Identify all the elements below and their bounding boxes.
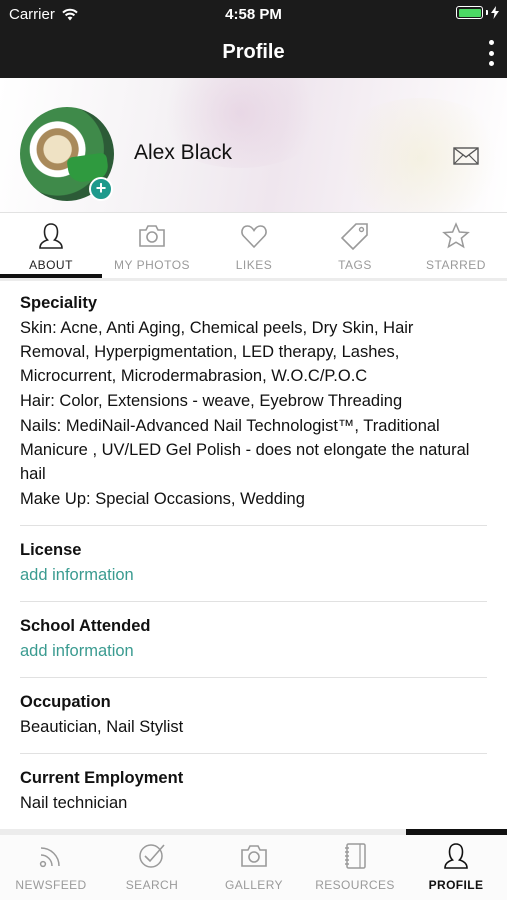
nav-search[interactable]: SEARCH (101, 835, 203, 900)
check-search-icon (139, 844, 165, 868)
tag-icon (340, 223, 368, 251)
speciality-makeup: Make Up: Special Occasions, Wedding (20, 490, 305, 508)
nav-label: PROFILE (428, 878, 484, 892)
charging-icon (491, 6, 499, 19)
license-section: License add information (20, 526, 487, 602)
section-title: License (20, 541, 82, 559)
navigation-bar: Profile (0, 28, 507, 78)
add-school-link[interactable]: add information (20, 639, 487, 663)
tab-label: MY PHOTOS (113, 258, 191, 272)
bottom-navigation: NEWSFEED SEARCH GALLERY RESOURCES PROFIL… (0, 835, 507, 900)
tab-likes[interactable]: LIKES (203, 213, 305, 279)
section-title: Current Employment (20, 769, 184, 787)
person-icon (444, 843, 468, 869)
status-time: 4:58 PM (225, 6, 282, 23)
speciality-hair: Hair: Color, Extensions - weave, Eyebrow… (20, 392, 403, 410)
employment-section: Current Employment Nail technician (20, 754, 487, 829)
nav-label: RESOURCES (315, 878, 395, 892)
profile-tabs: ABOUT MY PHOTOS LIKES TAGS STARRED (0, 212, 507, 278)
speciality-nails: Nails: MediNail-Advanced Nail Technologi… (20, 417, 470, 483)
profile-header: + Alex Black (0, 78, 507, 212)
tab-label: LIKES (235, 258, 273, 272)
envelope-icon[interactable] (453, 146, 479, 166)
occupation-value: Beautician, Nail Stylist (20, 718, 184, 736)
top-bar: Carrier 4:58 PM Profile (0, 0, 507, 78)
section-title: Speciality (20, 294, 98, 312)
person-icon (39, 223, 63, 249)
battery-icon (456, 6, 483, 19)
nav-label: NEWSFEED (15, 878, 87, 892)
tab-label: ABOUT (29, 258, 73, 272)
tab-about[interactable]: ABOUT (0, 213, 102, 279)
add-photo-button[interactable]: + (89, 177, 113, 201)
tab-starred[interactable]: STARRED (405, 213, 507, 279)
speciality-skin: Skin: Acne, Anti Aging, Chemical peels, … (20, 319, 414, 385)
occupation-section: Occupation Beautician, Nail Stylist (20, 678, 487, 754)
nav-profile[interactable]: PROFILE (405, 835, 507, 900)
tab-tags[interactable]: TAGS (304, 213, 406, 279)
rss-icon (39, 847, 60, 868)
heart-icon (241, 225, 267, 249)
tab-label: STARRED (426, 258, 486, 272)
section-title: Occupation (20, 693, 111, 711)
status-bar: Carrier 4:58 PM (0, 0, 507, 28)
page-title: Profile (222, 41, 285, 63)
nav-newsfeed[interactable]: NEWSFEED (0, 835, 102, 900)
speciality-section: Speciality Skin: Acne, Anti Aging, Chemi… (20, 281, 487, 526)
nav-label: SEARCH (125, 878, 179, 892)
nav-label: GALLERY (225, 878, 283, 892)
notebook-icon (345, 843, 366, 869)
employment-value: Nail technician (20, 794, 128, 812)
battery-indicator (456, 6, 499, 19)
section-title: School Attended (20, 617, 151, 635)
add-license-link[interactable]: add information (20, 563, 487, 587)
more-vertical-icon[interactable] (485, 40, 497, 66)
camera-icon (241, 845, 267, 867)
profile-name: Alex Black (134, 141, 233, 164)
school-section: School Attended add information (20, 602, 487, 678)
nav-resources[interactable]: RESOURCES (304, 835, 406, 900)
about-content: Speciality Skin: Acne, Anti Aging, Chemi… (0, 281, 507, 829)
camera-icon (139, 225, 165, 247)
nav-gallery[interactable]: GALLERY (203, 835, 305, 900)
tab-my-photos[interactable]: MY PHOTOS (101, 213, 203, 279)
tab-label: TAGS (338, 258, 372, 272)
star-icon (442, 222, 470, 249)
